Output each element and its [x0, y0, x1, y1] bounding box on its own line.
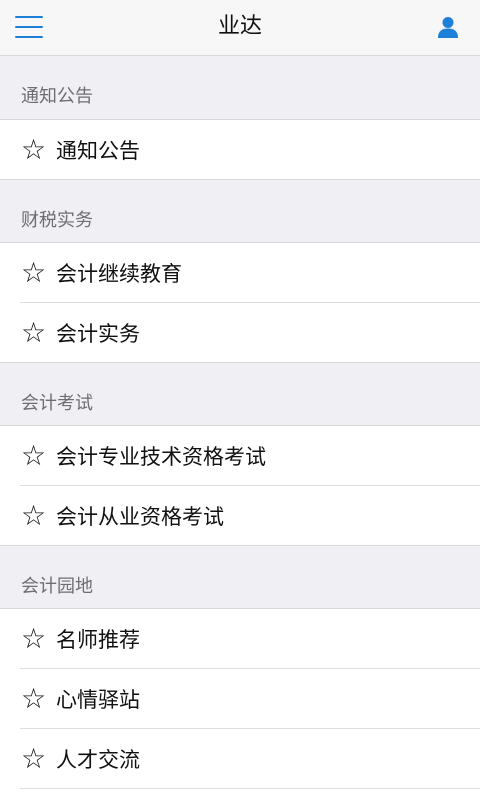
star-outline-icon: ☆ — [21, 742, 47, 775]
list-item-mood-station[interactable]: ☆ 心情驿站 — [0, 669, 480, 729]
list-item-label: 心情驿站 — [56, 688, 140, 712]
section-header-notices: 通知公告 — [0, 56, 480, 120]
list-item-accounting-practice[interactable]: ☆ 会计实务 — [0, 303, 480, 363]
page-title: 业达 — [217, 14, 262, 39]
list-item-label: 会计专业技术资格考试 — [56, 445, 266, 469]
list-item-professional-exam[interactable]: ☆ 会计专业技术资格考试 — [0, 426, 480, 486]
section-header-tax-practice: 财税实务 — [0, 180, 480, 243]
menu-list: 通知公告 ☆ 通知公告 财税实务 ☆ 会计继续教育 ☆ 会计实务 会计考试 ☆ … — [0, 56, 480, 789]
star-outline-icon: ☆ — [21, 316, 47, 349]
section-header-garden: 会计园地 — [0, 546, 480, 609]
star-outline-icon: ☆ — [21, 682, 47, 715]
list-item-talent-exchange[interactable]: ☆ 人才交流 — [0, 729, 480, 789]
list-item-label: 通知公告 — [56, 139, 140, 163]
list-item-label: 名师推荐 — [56, 628, 140, 652]
list-item-label: 会计实务 — [56, 322, 140, 346]
user-icon[interactable] — [434, 14, 462, 42]
list-item-qualification-exam[interactable]: ☆ 会计从业资格考试 — [0, 486, 480, 546]
list-item-continuing-education[interactable]: ☆ 会计继续教育 — [0, 243, 480, 303]
list-item-teacher-recommend[interactable]: ☆ 名师推荐 — [0, 609, 480, 669]
star-outline-icon: ☆ — [21, 133, 47, 166]
star-outline-icon: ☆ — [21, 256, 47, 289]
list-item-label: 会计从业资格考试 — [56, 505, 224, 529]
list-item-notices[interactable]: ☆ 通知公告 — [0, 120, 480, 180]
section-header-exams: 会计考试 — [0, 363, 480, 426]
top-navigation-bar: 业达 — [0, 0, 480, 56]
list-item-label: 会计继续教育 — [56, 262, 182, 286]
list-item-label: 人才交流 — [56, 748, 140, 772]
star-outline-icon: ☆ — [21, 499, 47, 532]
hamburger-menu-icon[interactable] — [12, 12, 46, 42]
star-outline-icon: ☆ — [21, 439, 47, 472]
star-outline-icon: ☆ — [21, 622, 47, 655]
